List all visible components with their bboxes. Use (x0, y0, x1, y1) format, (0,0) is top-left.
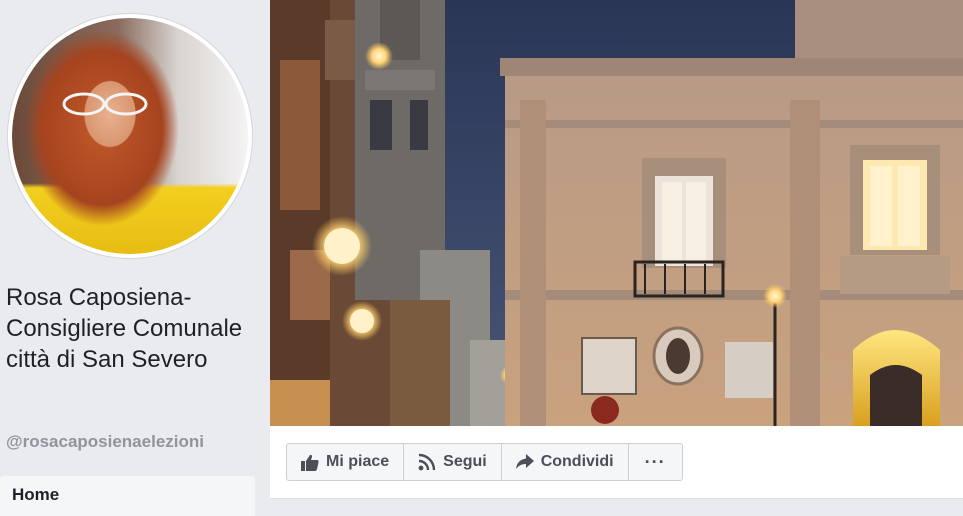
sidebar-item-home[interactable]: Home (0, 476, 255, 516)
page-action-bar: Mi piace Segui Condividi ··· (270, 426, 963, 499)
page-username[interactable]: @rosacaposienaelezioni (6, 432, 204, 452)
like-button[interactable]: Mi piace (287, 444, 405, 480)
action-button-group: Mi piace Segui Condividi ··· (286, 443, 683, 481)
thumbs-up-icon (301, 454, 319, 471)
rss-feed-icon (418, 453, 436, 471)
page-title[interactable]: Rosa Caposiena- Consigliere Comunale cit… (6, 282, 256, 375)
ellipsis-icon: ··· (644, 451, 666, 472)
cover-illustration (270, 0, 963, 426)
cover-photo[interactable] (270, 0, 963, 426)
follow-button[interactable]: Segui (404, 444, 502, 480)
profile-photo (12, 18, 248, 254)
follow-button-label: Segui (443, 453, 487, 470)
share-button[interactable]: Condividi (502, 444, 629, 480)
like-button-label: Mi piace (326, 453, 390, 470)
more-options-button[interactable]: ··· (629, 444, 682, 480)
sidebar-item-label: Home (12, 485, 60, 504)
left-column: Rosa Caposiena- Consigliere Comunale cit… (0, 0, 268, 516)
share-arrow-icon (515, 454, 534, 469)
glasses-shape (62, 92, 148, 116)
share-button-label: Condividi (540, 453, 614, 470)
profile-picture[interactable] (8, 14, 252, 258)
